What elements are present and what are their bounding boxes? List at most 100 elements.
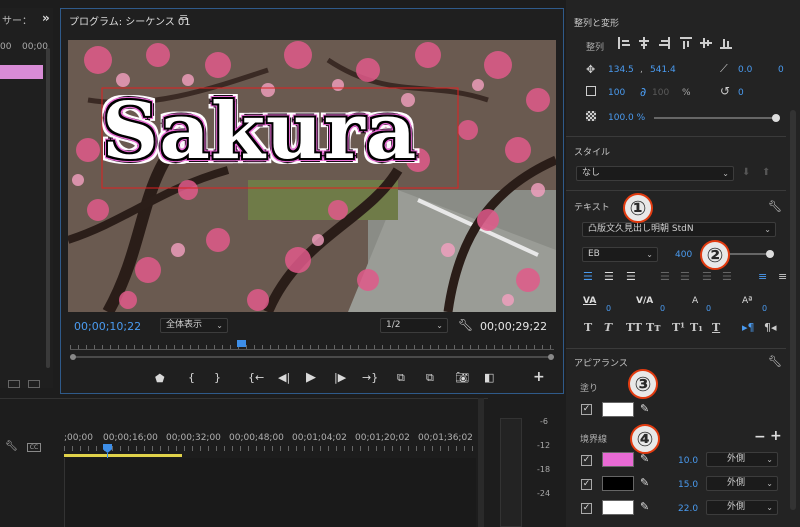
kerning-icon[interactable]: VA: [583, 296, 596, 306]
align-bottom-icon[interactable]: [720, 37, 732, 49]
justify-left-icon[interactable]: ☰: [660, 270, 670, 283]
stroke-3-eyedropper-icon[interactable]: ✎: [640, 500, 649, 513]
opacity-slider[interactable]: [654, 114, 780, 122]
monitor-playhead[interactable]: [237, 340, 246, 347]
left-footer-icon[interactable]: [8, 380, 20, 388]
compare-icon[interactable]: ◧: [484, 371, 494, 384]
faux-italic-icon[interactable]: T: [604, 321, 612, 334]
subscript-icon[interactable]: T₁: [690, 321, 703, 334]
timecode-current[interactable]: 00;00;10;22: [74, 320, 141, 333]
superscript-icon[interactable]: T¹: [672, 321, 685, 334]
align-center-h-icon[interactable]: [638, 37, 650, 49]
style-down-icon[interactable]: ⬇: [742, 167, 750, 178]
stroke-1-type-dropdown[interactable]: 外側 ⌄: [706, 452, 778, 467]
panel-expand-icon[interactable]: »: [42, 11, 50, 25]
position-y[interactable]: 541.4: [650, 65, 676, 75]
align-right-icon[interactable]: [658, 37, 670, 49]
text-top-icon[interactable]: ≡: [758, 270, 767, 283]
left-scrollbar[interactable]: [46, 48, 50, 368]
left-footer-icon-2[interactable]: [28, 380, 40, 388]
go-to-in-icon[interactable]: {←: [248, 371, 264, 384]
align-left-icon[interactable]: [618, 37, 630, 49]
add-button-icon[interactable]: +: [533, 369, 545, 385]
rotation-value[interactable]: 0: [738, 88, 744, 98]
stroke-remove-icon[interactable]: −: [754, 429, 766, 445]
stroke-3-checkbox[interactable]: ✓: [581, 503, 592, 514]
properties-scrollbar[interactable]: [790, 110, 796, 510]
monitor-ruler[interactable]: [70, 340, 554, 352]
fit-dropdown[interactable]: 全体表示 ⌄: [160, 318, 228, 333]
out-point-icon[interactable]: }: [214, 371, 221, 384]
position-x[interactable]: 134.5: [608, 65, 634, 75]
text-more-icon[interactable]: ≡: [778, 270, 787, 283]
stroke-3-width[interactable]: 22.0: [678, 504, 698, 514]
opacity-slider-thumb[interactable]: [772, 114, 780, 122]
opacity-value[interactable]: 100.0 %: [608, 113, 645, 123]
fill-color-swatch[interactable]: [602, 402, 634, 417]
timeline-scrollbar[interactable]: [478, 398, 484, 527]
justify-center-icon[interactable]: ☰: [680, 270, 690, 283]
all-caps-icon[interactable]: TT: [626, 321, 642, 334]
link-icon[interactable]: ∂: [640, 85, 646, 99]
stroke-1-color-swatch[interactable]: [602, 452, 634, 467]
sakura-title-text[interactable]: Sakura: [102, 86, 417, 178]
settings-wrench-icon[interactable]: 🔧︎: [458, 318, 473, 332]
anchor-y[interactable]: 0: [778, 65, 784, 75]
align-text-left-icon[interactable]: ☰: [583, 270, 593, 283]
stroke-1-checkbox[interactable]: ✓: [581, 455, 592, 466]
justify-right-icon[interactable]: ☰: [702, 270, 712, 283]
step-forward-icon[interactable]: |▶: [334, 371, 346, 384]
insert-icon[interactable]: ⧉: [397, 371, 405, 385]
rtl-icon[interactable]: ¶◂: [764, 321, 777, 334]
font-size-slider-thumb[interactable]: [766, 250, 774, 258]
stroke-2-checkbox[interactable]: ✓: [581, 479, 592, 490]
font-size-value[interactable]: 400: [675, 250, 692, 260]
ltr-icon[interactable]: ▸¶: [742, 321, 755, 334]
stroke-2-color-swatch[interactable]: [602, 476, 634, 491]
justify-all-icon[interactable]: ☰: [722, 270, 732, 283]
align-top-icon[interactable]: [680, 37, 692, 49]
faux-bold-icon[interactable]: T: [584, 321, 592, 334]
scroll-handle-left[interactable]: [70, 354, 76, 360]
camera-icon[interactable]: 📷︎: [455, 371, 469, 384]
work-area-bar[interactable]: [64, 454, 182, 457]
timeline-wrench-icon[interactable]: 🔧︎: [5, 441, 18, 452]
underline-icon[interactable]: T: [712, 321, 720, 334]
stroke-add-icon[interactable]: +: [770, 428, 782, 444]
baseline-icon[interactable]: Aª: [742, 296, 752, 306]
align-text-center-icon[interactable]: ☰: [604, 270, 614, 283]
style-dropdown[interactable]: なし ⌄: [576, 166, 734, 181]
anchor-x[interactable]: 0.0: [738, 65, 752, 75]
play-icon[interactable]: ▶: [306, 370, 316, 385]
overwrite-icon[interactable]: ⧉: [426, 371, 434, 385]
in-point-icon[interactable]: {: [188, 371, 195, 384]
left-clip[interactable]: [0, 65, 43, 79]
text-wrench-icon[interactable]: 🔧︎: [768, 200, 782, 213]
align-text-right-icon[interactable]: ☰: [626, 270, 636, 283]
font-dropdown[interactable]: 凸版文久見出し明朝 StdN ⌄: [582, 222, 776, 237]
fill-eyedropper-icon[interactable]: ✎: [640, 402, 649, 415]
font-style-dropdown[interactable]: EB ⌄: [582, 247, 658, 262]
style-up-icon[interactable]: ⬆: [762, 167, 770, 178]
resolution-dropdown[interactable]: 1/2 ⌄: [380, 318, 448, 333]
stroke-3-type-dropdown[interactable]: 外側 ⌄: [706, 500, 778, 515]
leading-icon[interactable]: A: [692, 296, 698, 306]
tracking-icon[interactable]: V/A: [636, 296, 653, 306]
appearance-wrench-icon[interactable]: 🔧︎: [768, 355, 782, 368]
stroke-3-color-swatch[interactable]: [602, 500, 634, 515]
scroll-handle-right[interactable]: [548, 354, 554, 360]
small-caps-icon[interactable]: Tт: [646, 321, 661, 334]
video-frame[interactable]: Sakura: [68, 40, 556, 312]
step-back-icon[interactable]: ◀|: [278, 371, 290, 384]
stroke-1-width[interactable]: 10.0: [678, 456, 698, 466]
marker-icon[interactable]: ⬟: [155, 372, 165, 385]
scale-value[interactable]: 100: [608, 88, 625, 98]
stroke-2-type-dropdown[interactable]: 外側 ⌄: [706, 476, 778, 491]
fill-checkbox[interactable]: ✓: [581, 404, 592, 415]
program-menu-icon[interactable]: ≡: [179, 11, 188, 24]
go-to-out-icon[interactable]: →}: [362, 371, 378, 384]
captions-icon[interactable]: CC: [27, 443, 41, 452]
stroke-2-eyedropper-icon[interactable]: ✎: [640, 476, 649, 489]
stroke-2-width[interactable]: 15.0: [678, 480, 698, 490]
align-middle-v-icon[interactable]: [700, 37, 712, 49]
